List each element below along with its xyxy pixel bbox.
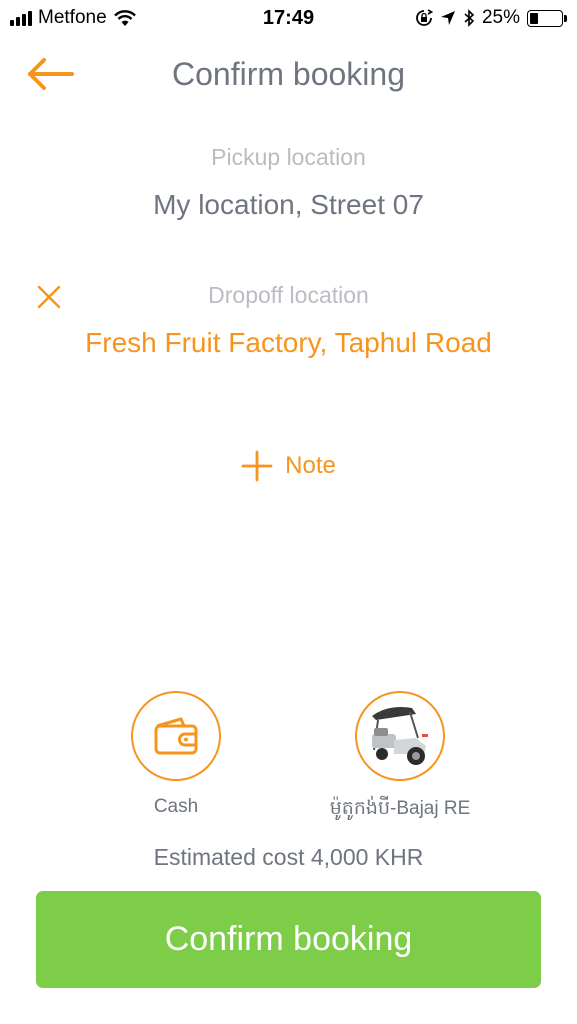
wallet-icon — [154, 717, 198, 755]
payment-method-button[interactable] — [131, 691, 221, 781]
plus-icon — [241, 450, 273, 482]
status-bar: Metfone 17:49 25% — [0, 0, 577, 40]
estimated-cost: Estimated cost 4,000 KHR — [153, 844, 424, 870]
battery-percent: 25% — [481, 7, 520, 28]
dropoff-label: Dropoff location — [208, 282, 369, 308]
confirm-booking-button[interactable]: Confirm booking — [36, 891, 541, 988]
location-arrow-icon — [440, 11, 455, 25]
pickup-label: Pickup location — [211, 144, 366, 170]
vehicle-type-button[interactable] — [355, 691, 445, 781]
payment-method-label: Cash — [153, 796, 199, 817]
pickup-location-value[interactable]: My location, Street 07 — [0, 189, 577, 221]
rotation-lock-icon — [416, 9, 433, 26]
status-right: 25% — [415, 7, 567, 29]
page-title: Confirm booking — [172, 56, 405, 92]
vehicle-type-label: ម៉ូតូកង់បី-Bajaj RE — [329, 798, 471, 819]
tuk-tuk-image — [358, 694, 442, 778]
dropoff-location-value[interactable]: Fresh Fruit Factory, Taphul Road — [0, 327, 577, 359]
battery-icon — [527, 9, 567, 27]
add-note-button[interactable]: Note — [0, 450, 577, 482]
confirm-booking-label: Confirm booking — [164, 920, 413, 958]
bluetooth-icon — [464, 9, 475, 27]
battery-fill — [530, 12, 538, 24]
note-label: Note — [285, 452, 336, 479]
